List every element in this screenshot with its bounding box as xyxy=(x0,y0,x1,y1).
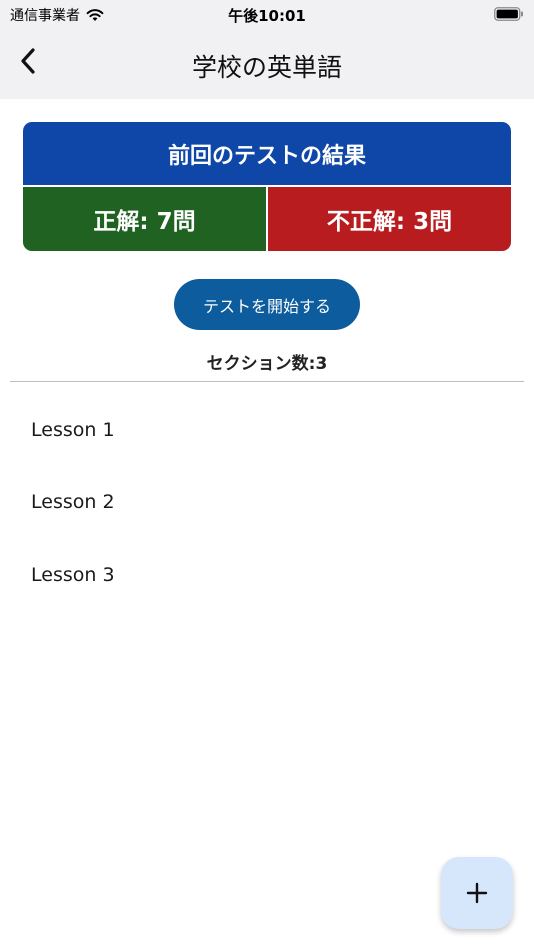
page-title: 学校の英単語 xyxy=(191,53,342,82)
list-item-lesson-2[interactable]: Lesson 2 xyxy=(0,466,534,538)
list-item-lesson-3[interactable]: Lesson 3 xyxy=(0,539,534,611)
correct-count-panel: 正解: 7問 xyxy=(23,187,266,251)
previous-test-results-card: 前回のテストの結果 正解: 7問 不正解: 3問 xyxy=(23,122,511,251)
section-count-label: セクション数:3 xyxy=(206,354,328,374)
add-section-button[interactable] xyxy=(441,857,513,929)
battery-icon xyxy=(494,7,523,21)
status-time: 午後10:01 xyxy=(228,7,306,25)
start-test-button[interactable]: テストを開始する xyxy=(174,279,360,330)
top-bar: 通信事業者 午後10:01 学校の英単語 xyxy=(0,0,534,99)
incorrect-count-panel: 不正解: 3問 xyxy=(268,187,511,251)
results-header: 前回のテストの結果 xyxy=(23,122,511,185)
plus-icon xyxy=(466,882,488,904)
status-bar: 通信事業者 午後10:01 xyxy=(0,0,534,30)
navigation-bar: 学校の英単語 xyxy=(0,30,534,99)
divider xyxy=(10,381,524,382)
list-item-lesson-1[interactable]: Lesson 1 xyxy=(0,394,534,466)
